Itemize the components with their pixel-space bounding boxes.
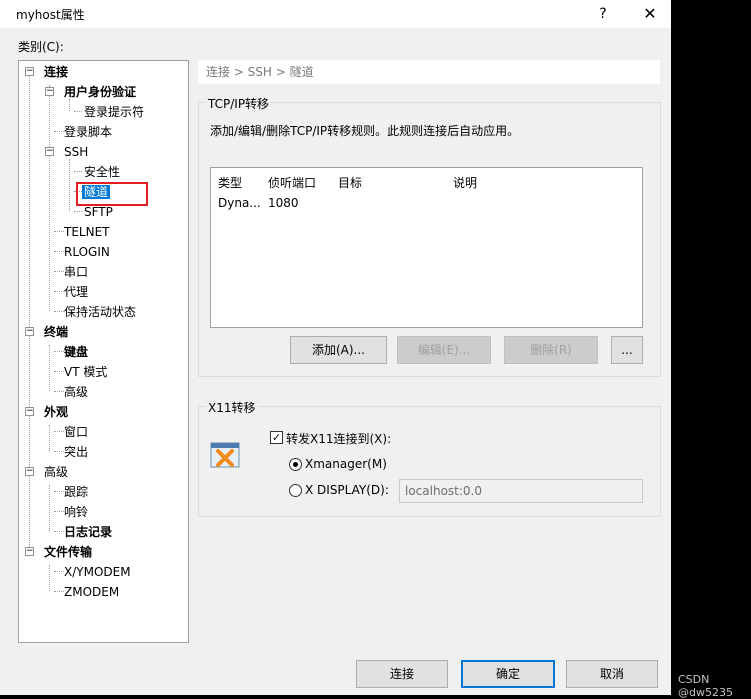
category-tree[interactable]: − − − − − − − 连接 用户身份验证 登录提示符 登录脚本 SSH 安… [18, 60, 189, 643]
tree-connector [49, 345, 50, 391]
tree-connector [49, 85, 50, 311]
add-button[interactable]: 添加(A)... [290, 336, 387, 364]
cell-type: Dyna... [218, 196, 261, 210]
column-header-destination[interactable]: 目标 [338, 174, 362, 191]
tree-item-xymodem[interactable]: X/YMODEM [62, 563, 133, 581]
cell-listen-port: 1080 [268, 196, 299, 210]
tree-connector [49, 425, 50, 451]
tree-item-logging[interactable]: 日志记录 [62, 523, 114, 541]
tree-connector [49, 485, 50, 531]
collapse-icon[interactable]: − [45, 147, 54, 156]
tcp-group-title: TCP/IP转移 [206, 95, 272, 112]
tree-item-security[interactable]: 安全性 [82, 163, 122, 181]
tree-item-user-auth[interactable]: 用户身份验证 [62, 83, 138, 101]
xmanager-icon [210, 442, 240, 468]
x11-group-title: X11转移 [206, 399, 258, 416]
tree-item-trace[interactable]: 跟踪 [62, 483, 90, 501]
help-button[interactable]: ? [589, 2, 617, 26]
tree-item-ssh[interactable]: SSH [62, 143, 90, 161]
close-button[interactable]: ✕ [636, 2, 664, 26]
collapse-icon[interactable]: − [45, 87, 54, 96]
xmanager-radio[interactable] [289, 458, 302, 471]
column-header-type[interactable]: 类型 [218, 174, 242, 191]
forward-x11-label: 转发X11连接到(X): [286, 432, 392, 446]
tree-item-highlight[interactable]: 突出 [62, 443, 90, 461]
connect-button[interactable]: 连接 [356, 660, 448, 688]
tree-connector [49, 565, 50, 591]
tcp-description: 添加/编辑/删除TCP/IP转移规则。此规则连接后自动应用。 [210, 124, 520, 138]
tree-item-telnet[interactable]: TELNET [62, 223, 112, 241]
ok-button[interactable]: 确定 [461, 660, 555, 688]
collapse-icon[interactable]: − [25, 327, 34, 336]
window-title: myhost属性 [16, 8, 85, 22]
xdisplay-input[interactable]: localhost:0.0 [399, 479, 643, 503]
xmanager-label: Xmanager(M) [305, 457, 387, 471]
tree-connector [69, 159, 70, 211]
tree-item-file-transfer[interactable]: 文件传输 [42, 543, 94, 561]
forwarding-rules-list[interactable]: 类型 侦听端口 目标 说明 Dyna... 1080 [210, 167, 643, 328]
tree-item-terminal-advanced[interactable]: 高级 [62, 383, 90, 401]
cancel-button[interactable]: 取消 [566, 660, 658, 688]
csdn-watermark: CSDN @dw5235 [678, 673, 733, 699]
tree-item-terminal[interactable]: 终端 [42, 323, 70, 341]
delete-button[interactable]: 删除(R) [504, 336, 598, 364]
collapse-icon[interactable]: − [25, 407, 34, 416]
column-header-listen-port[interactable]: 侦听端口 [268, 174, 316, 191]
tree-item-connection[interactable]: 连接 [42, 63, 70, 81]
tree-item-bell[interactable]: 响铃 [62, 503, 90, 521]
edit-button[interactable]: 编辑(E)... [397, 336, 491, 364]
tree-item-keyboard[interactable]: 键盘 [62, 343, 90, 361]
forward-x11-checkbox[interactable]: ✓ [270, 431, 283, 444]
tree-item-proxy[interactable]: 代理 [62, 283, 90, 301]
tree-connector [74, 211, 82, 212]
xdisplay-radio[interactable] [289, 484, 302, 497]
more-button[interactable]: ... [611, 336, 643, 364]
tree-connector [74, 111, 82, 112]
tree-item-rlogin[interactable]: RLOGIN [62, 243, 112, 261]
category-label: 类别(C): [18, 40, 64, 54]
title-bar: myhost属性 ? ✕ [0, 0, 671, 28]
tree-item-advanced[interactable]: 高级 [42, 463, 70, 481]
tree-item-login-prompts[interactable]: 登录提示符 [82, 103, 146, 121]
tree-connector [74, 171, 82, 172]
collapse-icon[interactable]: − [25, 547, 34, 556]
properties-dialog: myhost属性 ? ✕ 类别(C): − − − − − − − 连接 用户身… [0, 0, 671, 695]
tree-item-appearance[interactable]: 外观 [42, 403, 70, 421]
tree-item-window[interactable]: 窗口 [62, 423, 90, 441]
collapse-icon[interactable]: − [25, 467, 34, 476]
breadcrumb: 连接 > SSH > 隧道 [198, 60, 660, 84]
tree-item-serial[interactable]: 串口 [62, 263, 90, 281]
tree-connector [29, 75, 30, 551]
collapse-icon[interactable]: − [25, 67, 34, 76]
tree-item-login-script[interactable]: 登录脚本 [62, 123, 114, 141]
tree-item-zmodem[interactable]: ZMODEM [62, 583, 121, 601]
column-header-description[interactable]: 说明 [453, 174, 477, 191]
annotation-highlight-box [76, 182, 148, 206]
tree-item-vt-modes[interactable]: VT 模式 [62, 363, 109, 381]
xdisplay-label: X DISPLAY(D): [305, 483, 389, 497]
tree-item-keep-alive[interactable]: 保持活动状态 [62, 303, 138, 321]
